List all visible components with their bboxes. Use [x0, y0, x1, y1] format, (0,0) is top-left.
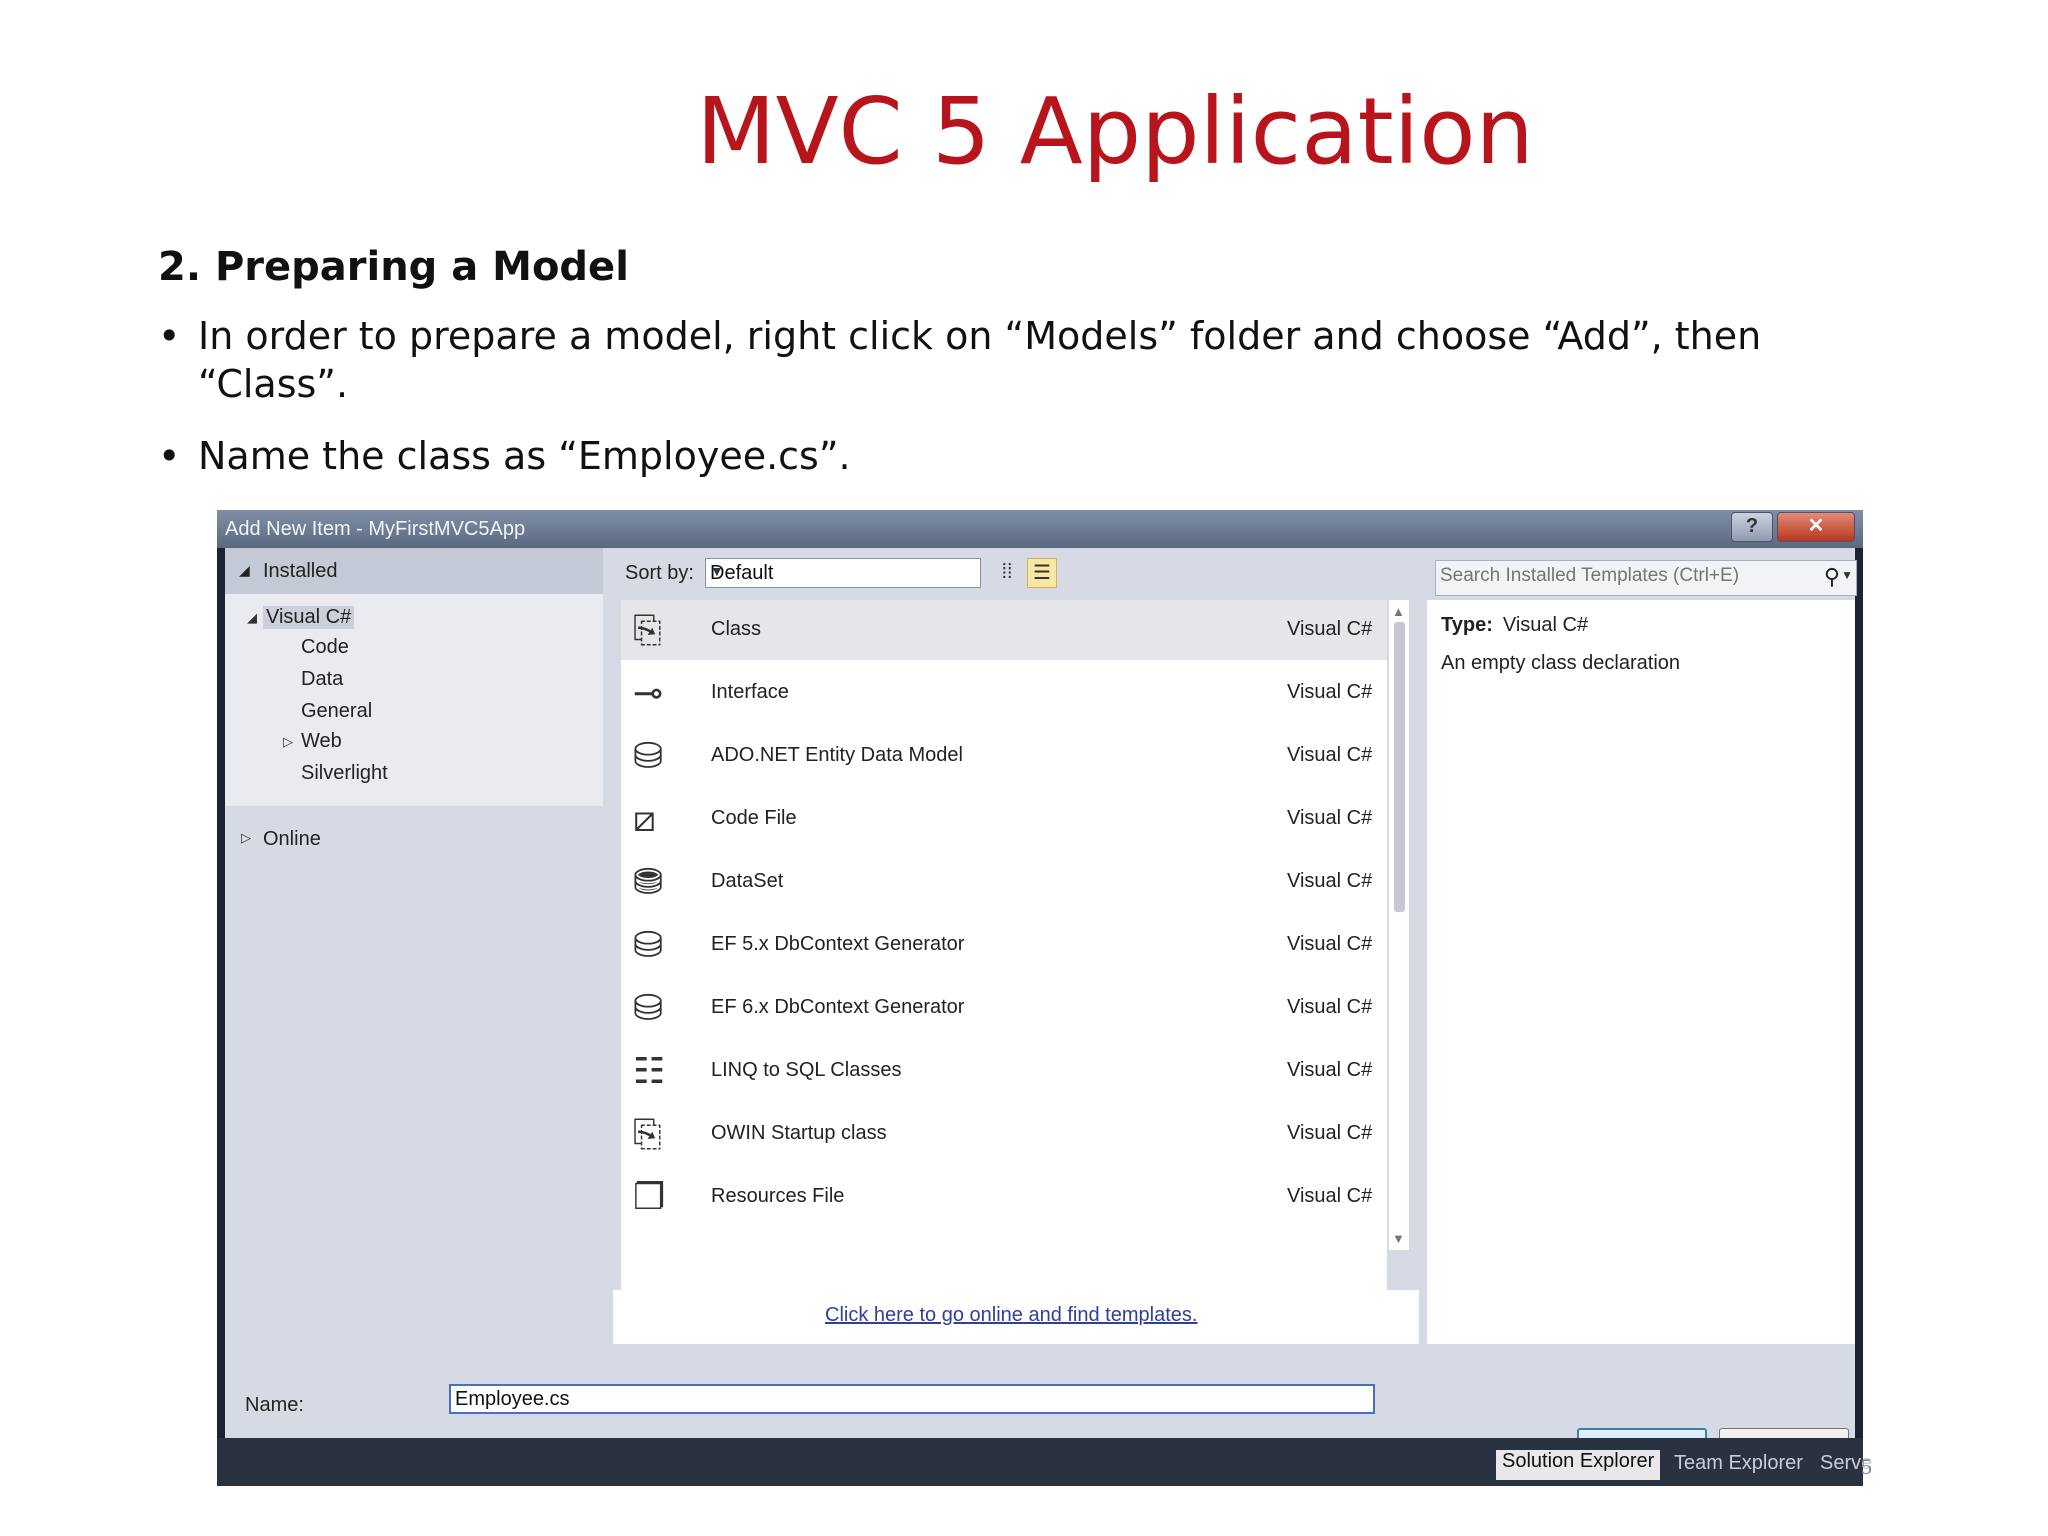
window-controls: ? ✕: [1727, 512, 1855, 542]
code-file-icon: ⧄: [633, 798, 656, 839]
template-name: ADO.NET Entity Data Model: [711, 744, 963, 766]
tree-node-online[interactable]: Online: [263, 828, 321, 851]
template-language: Visual C#: [1287, 1185, 1373, 1207]
tree-node-silverlight[interactable]: Silverlight: [301, 762, 388, 785]
dialog-body: ◢ Installed ◢ Visual C# Code Data Genera…: [225, 548, 1857, 1476]
template-name: DataSet: [711, 870, 784, 892]
bullet-list: In order to prepare a model, right click…: [158, 312, 1778, 504]
template-list: ⎘ Class Visual C# ⊸ Interface Visual C# ⛁ ADO.N…: [621, 600, 1387, 1290]
small-icons-view-icon[interactable]: ⁞⁞: [993, 558, 1021, 586]
template-name: Resources File: [711, 1185, 845, 1207]
type-value: Visual C#: [1502, 614, 1589, 636]
template-language: Visual C#: [1287, 744, 1373, 766]
template-row[interactable]: ⎘ OWIN Startup class Visual C#: [621, 1104, 1387, 1164]
template-row[interactable]: ⧄ Code File Visual C#: [621, 789, 1387, 849]
template-row[interactable]: ⊸ Interface Visual C#: [621, 663, 1387, 723]
class-icon: ⎘: [633, 1113, 662, 1154]
template-name: EF 6.x DbContext Generator: [711, 996, 965, 1018]
template-row[interactable]: ⛃ DataSet Visual C#: [621, 852, 1387, 912]
list-scrollbar[interactable]: ▲ ▼: [1389, 600, 1409, 1250]
tab-team-explorer[interactable]: Team Explorer: [1674, 1452, 1803, 1482]
name-field[interactable]: [449, 1384, 1375, 1414]
name-label: Name:: [245, 1394, 304, 1416]
template-description: An empty class declaration: [1441, 652, 1681, 674]
tree-node-web[interactable]: Web: [301, 730, 342, 753]
template-language: Visual C#: [1287, 807, 1373, 829]
template-language: Visual C#: [1287, 933, 1373, 955]
dialog-title: Add New Item - MyFirstMVC5App: [225, 518, 526, 540]
template-language: Visual C#: [1287, 681, 1373, 703]
template-row[interactable]: ⛁ EF 5.x DbContext Generator Visual C#: [621, 915, 1387, 975]
template-language: Visual C#: [1287, 1122, 1373, 1144]
template-name: Class: [711, 618, 762, 640]
chevron-down-icon: ▼: [710, 563, 724, 579]
scroll-thumb[interactable]: [1394, 622, 1405, 912]
slide-title: MVC 5 Application: [696, 78, 1534, 185]
online-link-area: Click here to go online and find templat…: [613, 1290, 1419, 1344]
bullet-item: Name the class as “Employee.cs”.: [158, 432, 1778, 480]
expand-triangle-icon[interactable]: ▷: [283, 734, 293, 750]
template-name: Interface: [711, 681, 789, 703]
template-name: Code File: [711, 807, 797, 829]
collapse-triangle-icon[interactable]: ◢: [239, 562, 250, 579]
dialog-title-bar[interactable]: Add New Item - MyFirstMVC5App ? ✕: [217, 510, 1863, 548]
template-type: Type: Visual C#: [1441, 614, 1588, 637]
bullet-item: In order to prepare a model, right click…: [158, 312, 1778, 408]
template-language: Visual C#: [1287, 1059, 1373, 1081]
search-input[interactable]: [1440, 565, 1790, 587]
template-name: OWIN Startup class: [711, 1122, 887, 1144]
section-heading: 2. Preparing a Model: [158, 244, 629, 290]
collapse-triangle-icon[interactable]: ◢: [247, 610, 257, 626]
chevron-down-icon[interactable]: ▼: [1841, 568, 1853, 582]
entity-model-icon: ⛁: [633, 735, 664, 776]
close-button[interactable]: ✕: [1777, 512, 1855, 542]
template-row[interactable]: ☷ LINQ to SQL Classes Visual C#: [621, 1041, 1387, 1101]
linq-to-sql-icon: ☷: [633, 1050, 666, 1091]
search-box[interactable]: ⚲ ▼: [1435, 560, 1857, 596]
interface-icon: ⊸: [633, 672, 664, 713]
template-row[interactable]: ❐ Resources File Visual C#: [621, 1167, 1387, 1227]
add-new-item-dialog: Add New Item - MyFirstMVC5App ? ✕ ◢ Inst…: [217, 510, 1863, 1486]
template-detail-pane: Type: Visual C# An empty class declaratio…: [1427, 600, 1855, 1344]
template-language: Visual C#: [1287, 996, 1373, 1018]
template-language: Visual C#: [1287, 618, 1373, 640]
help-button[interactable]: ?: [1731, 512, 1773, 542]
template-name: LINQ to SQL Classes: [711, 1059, 902, 1081]
scroll-down-icon[interactable]: ▼: [1392, 1231, 1405, 1246]
search-icon[interactable]: ⚲: [1824, 564, 1840, 590]
sort-label: Sort by:: [625, 562, 694, 584]
resources-file-icon: ❐: [633, 1176, 666, 1217]
class-icon: ⎘: [633, 609, 662, 650]
dbcontext-generator-icon: ⛁: [633, 924, 664, 965]
sort-dropdown[interactable]: Default ▼: [705, 558, 981, 588]
dataset-icon: ⛃: [633, 861, 664, 902]
tree-node-installed[interactable]: ◢ Installed: [225, 548, 603, 594]
tree-node-visual-csharp[interactable]: Visual C#: [263, 606, 355, 629]
tree-node-data[interactable]: Data: [301, 668, 343, 691]
template-name: EF 5.x DbContext Generator: [711, 933, 965, 955]
list-view-icon[interactable]: ☰: [1027, 558, 1057, 588]
template-row[interactable]: ⎘ Class Visual C#: [621, 600, 1387, 660]
page-number: 5: [1861, 1454, 1872, 1479]
tree-node-general[interactable]: General: [301, 700, 372, 723]
tree-node-code[interactable]: Code: [301, 636, 349, 659]
template-row[interactable]: ⛁ EF 6.x DbContext Generator Visual C#: [621, 978, 1387, 1038]
type-label: Type:: [1441, 614, 1493, 636]
template-tree: ◢ Installed ◢ Visual C# Code Data Genera…: [225, 548, 603, 1338]
expand-triangle-icon[interactable]: ▷: [241, 830, 251, 846]
online-templates-link[interactable]: Click here to go online and find templat…: [825, 1304, 1197, 1327]
sort-bar: Sort by: Default ▼ ⁞⁞ ☰: [613, 548, 1413, 594]
installed-panel: ◢ Visual C# Code Data General ▷ Web Silv…: [225, 594, 603, 806]
dbcontext-generator-icon: ⛁: [633, 987, 664, 1028]
template-language: Visual C#: [1287, 870, 1373, 892]
tab-solution-explorer[interactable]: Solution Explorer: [1496, 1450, 1661, 1480]
scroll-up-icon[interactable]: ▲: [1392, 604, 1405, 619]
tree-node-label: Installed: [263, 560, 338, 582]
template-row[interactable]: ⛁ ADO.NET Entity Data Model Visual C#: [621, 726, 1387, 786]
